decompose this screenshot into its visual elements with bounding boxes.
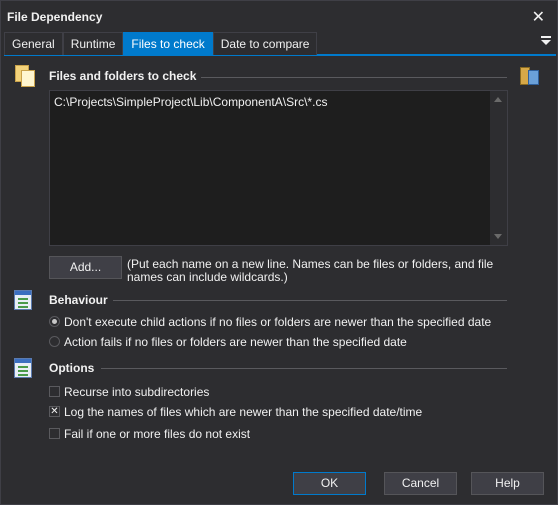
checkbox-fail-missing[interactable]: [49, 428, 60, 439]
tab-overflow-menu-icon[interactable]: [541, 36, 551, 46]
variables-icon[interactable]: [518, 65, 540, 87]
editor-scrollbar[interactable]: [490, 91, 507, 245]
add-button[interactable]: Add...: [49, 256, 122, 279]
checkbox-recurse[interactable]: [49, 386, 60, 397]
options-section-title: Options: [49, 361, 95, 375]
file-dependency-dialog: File Dependency ✕ General Runtime Files …: [0, 0, 558, 505]
radio-action-fails-label[interactable]: Action fails if no files or folders are …: [64, 335, 407, 349]
files-list-editor[interactable]: C:\Projects\SimpleProject\Lib\ComponentA…: [49, 90, 508, 246]
tab-general[interactable]: General: [4, 32, 63, 55]
options-section-divider: [101, 368, 507, 369]
files-section-divider: [201, 77, 507, 78]
behaviour-section-title: Behaviour: [49, 293, 108, 307]
tab-files-to-check[interactable]: Files to check: [123, 32, 213, 55]
list-settings-icon: [14, 358, 32, 378]
scroll-up-icon[interactable]: [494, 97, 502, 102]
checkbox-log-names[interactable]: ✕: [49, 406, 60, 417]
radio-action-fails[interactable]: [49, 336, 60, 347]
files-section-title: Files and folders to check: [49, 69, 197, 83]
files-list-text[interactable]: C:\Projects\SimpleProject\Lib\ComponentA…: [54, 95, 327, 109]
tab-date-to-compare[interactable]: Date to compare: [212, 32, 318, 55]
checkbox-recurse-label[interactable]: Recurse into subdirectories: [64, 385, 209, 399]
list-settings-icon: [14, 290, 32, 310]
cancel-button[interactable]: Cancel: [384, 472, 457, 495]
behaviour-section-divider: [113, 300, 507, 301]
tab-runtime[interactable]: Runtime: [62, 32, 124, 55]
files-hint-text: (Put each name on a new line. Names can …: [127, 257, 494, 284]
folder-files-icon: [13, 65, 35, 87]
tab-strip: General Runtime Files to check Date to c…: [4, 32, 556, 56]
ok-button[interactable]: OK: [293, 472, 366, 495]
title-bar: File Dependency ✕: [1, 1, 557, 31]
checkbox-fail-missing-label[interactable]: Fail if one or more files do not exist: [64, 427, 250, 441]
radio-dont-execute[interactable]: [49, 316, 60, 327]
checkbox-log-names-label[interactable]: Log the names of files which are newer t…: [64, 405, 422, 419]
close-icon[interactable]: ✕: [532, 7, 545, 27]
window-title: File Dependency: [7, 10, 103, 24]
radio-dont-execute-label[interactable]: Don't execute child actions if no files …: [64, 315, 491, 329]
scroll-down-icon[interactable]: [494, 234, 502, 239]
help-button[interactable]: Help: [471, 472, 544, 495]
